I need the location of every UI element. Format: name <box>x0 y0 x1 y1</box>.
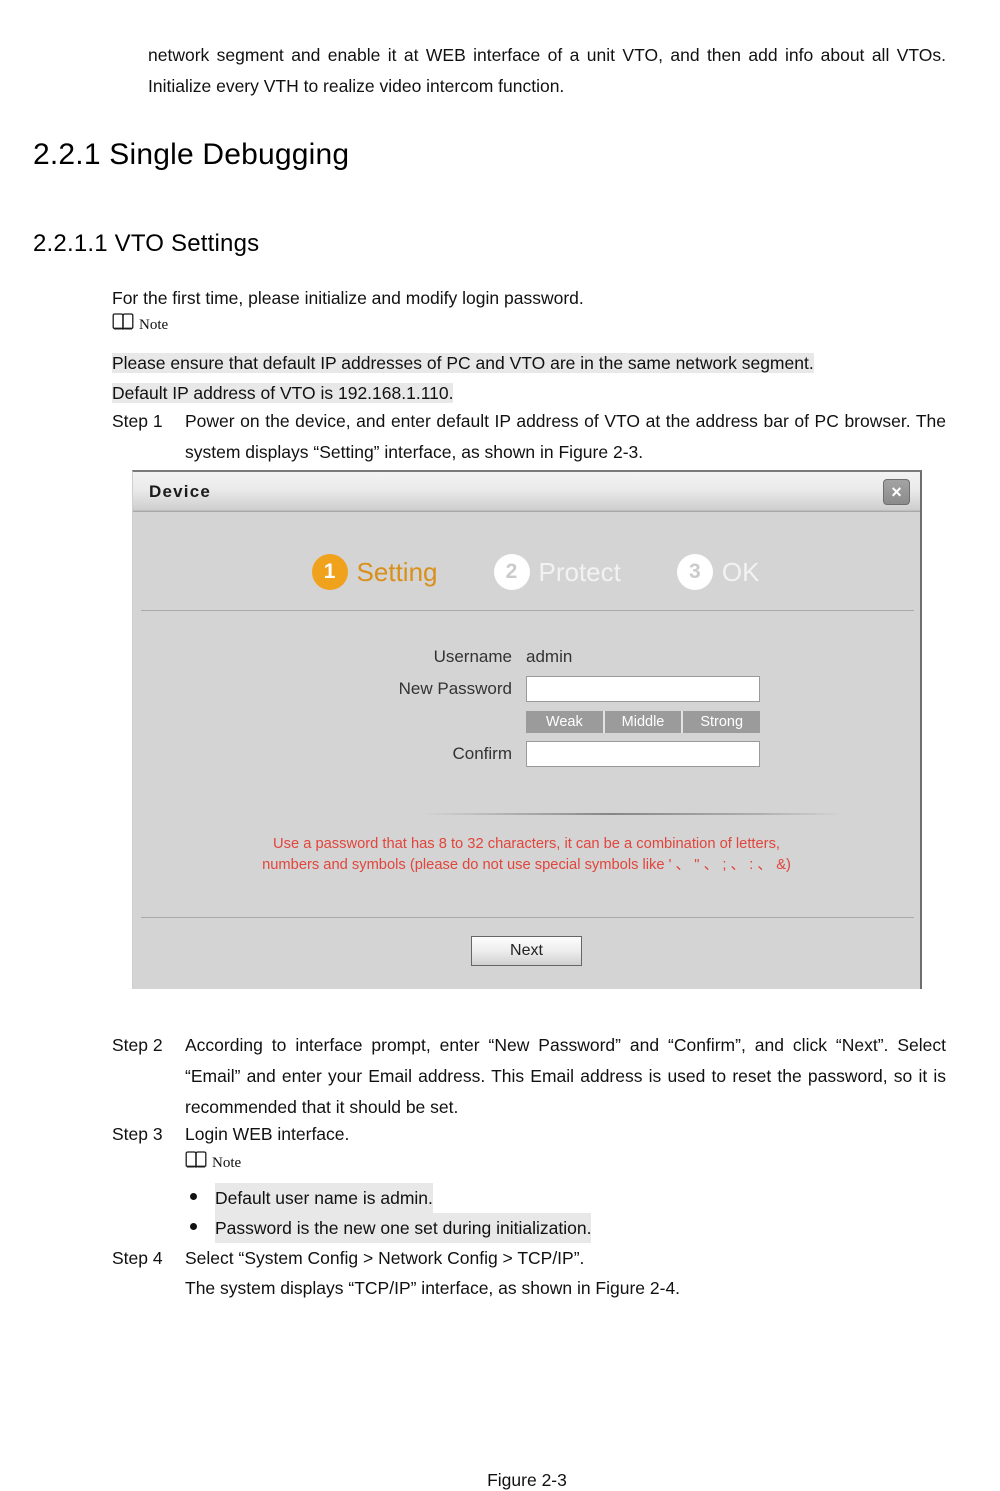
password-strength-meter: Weak Middle Strong <box>526 711 761 733</box>
wizard-step-1-number: 1 <box>311 554 348 590</box>
note-body-line-2: Default IP address of VTO is 192.168.1.1… <box>112 378 946 409</box>
step-4-tag: Step 4 <box>112 1248 163 1268</box>
warning-line-1: Use a password that has 8 to 32 characte… <box>273 836 780 852</box>
heading-2-2-1: 2.2.1 Single Debugging <box>33 138 350 171</box>
username-value: admin <box>526 647 573 666</box>
wizard-step-3-label: OK <box>721 556 760 587</box>
strength-strong: Strong <box>683 711 761 733</box>
dialog-titlebar <box>133 472 920 512</box>
wizard-steps: 1 Setting 2 Protect 3 OK <box>133 534 920 610</box>
note-body-text-1: Please ensure that default IP addresses … <box>112 353 814 373</box>
step-2-tag: Step 2 <box>112 1035 163 1055</box>
bullet-text-1: Default user name is admin. <box>215 1183 433 1213</box>
step-1-row: Step 1 Power on the device, and enter de… <box>112 406 946 468</box>
dialog-footer: Next <box>133 936 920 966</box>
book-icon <box>185 1151 207 1171</box>
wizard-step-setting[interactable]: 1 Setting <box>311 554 438 590</box>
bullet-icon <box>190 1223 197 1230</box>
init-form: Username admin New Password Weak Middle … <box>133 647 920 776</box>
warning-line-2: numbers and symbols (please do not use s… <box>262 857 791 873</box>
step-3-tag: Step 3 <box>112 1124 163 1144</box>
step-3-row: Step 3 Login WEB interface. <box>112 1119 946 1150</box>
next-button[interactable]: Next <box>471 936 582 966</box>
book-icon <box>112 313 134 333</box>
strength-weak: Weak <box>526 711 605 733</box>
step-3-body: Login WEB interface. <box>185 1124 350 1144</box>
dialog-title: Device <box>149 482 212 501</box>
wizard-step-2-label: Protect <box>538 556 621 587</box>
heading-2-2-1-1: 2.2.1.1 VTO Settings <box>33 230 260 257</box>
note-block-1: Note <box>112 313 168 333</box>
divider-above-warning <box>423 813 843 815</box>
wizard-step-protect[interactable]: 2 Protect <box>493 554 621 590</box>
confirm-label: Confirm <box>452 744 512 763</box>
document-page: network segment and enable it at WEB int… <box>0 0 1000 1490</box>
first-time-line: For the first time, please initialize an… <box>112 288 584 308</box>
note-label: Note <box>212 1155 242 1171</box>
figure-2-3: Device × 1 Setting 2 Protect 3 OK Userna… <box>132 470 922 1490</box>
step-2-row: Step 2 According to interface prompt, en… <box>112 1030 946 1123</box>
note-label: Note <box>139 317 169 333</box>
bullet-text-2: Password is the new one set during initi… <box>215 1213 592 1243</box>
step-4-body: Select “System Config > Network Config >… <box>185 1248 585 1268</box>
confirm-row: Confirm <box>133 741 920 767</box>
new-password-row: New Password <box>133 676 920 702</box>
list-item: Default user name is admin. <box>190 1183 433 1213</box>
step-1-body: Power on the device, and enter default I… <box>185 411 946 462</box>
new-password-input[interactable] <box>526 676 760 702</box>
note-body-text-2: Default IP address of VTO is 192.168.1.1… <box>112 383 454 403</box>
wizard-step-1-label: Setting <box>356 556 438 587</box>
step-1-tag: Step 1 <box>112 411 163 431</box>
step-4-row: Step 4 Select “System Config > Network C… <box>112 1243 946 1274</box>
confirm-password-input[interactable] <box>526 741 760 767</box>
username-row: Username admin <box>133 647 920 667</box>
device-dialog: Device × 1 Setting 2 Protect 3 OK Userna… <box>132 470 922 989</box>
username-label: Username <box>433 647 512 666</box>
new-password-label: New Password <box>398 679 512 698</box>
list-item: Password is the new one set during initi… <box>190 1213 592 1243</box>
divider-above-footer <box>141 917 914 918</box>
wizard-step-2-number: 2 <box>493 554 530 590</box>
step-2-body: According to interface prompt, enter “Ne… <box>185 1035 946 1117</box>
close-icon-glyph: × <box>891 482 902 502</box>
intro-paragraph: network segment and enable it at WEB int… <box>148 45 946 96</box>
note-body-line-1: Please ensure that default IP addresses … <box>112 348 946 379</box>
step-4-sub-line: The system displays “TCP/IP” interface, … <box>185 1278 681 1298</box>
password-strength-row: Weak Middle Strong <box>133 711 920 733</box>
figure-caption: Figure 2-3 <box>487 1470 567 1490</box>
wizard-step-ok[interactable]: 3 OK <box>676 554 760 590</box>
note-block-2: Note <box>185 1151 241 1171</box>
bullet-icon <box>190 1193 197 1200</box>
strength-spacer <box>133 711 526 733</box>
wizard-step-3-number: 3 <box>676 554 713 590</box>
password-rule-warning: Use a password that has 8 to 32 characte… <box>133 834 920 876</box>
close-icon[interactable]: × <box>883 479 910 505</box>
strength-middle: Middle <box>604 711 684 733</box>
divider-under-wizard <box>141 610 914 611</box>
